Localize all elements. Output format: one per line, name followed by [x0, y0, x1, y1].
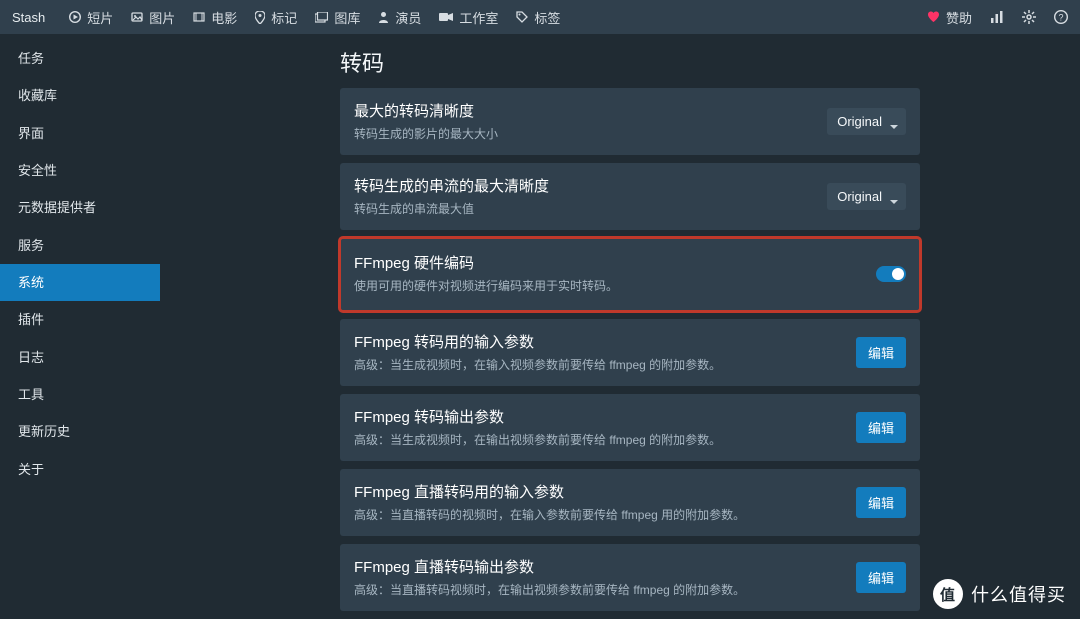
navbar-right: 赞助 ? — [927, 8, 1068, 27]
sidebar-item-plugins[interactable]: 插件 — [0, 301, 160, 338]
nav-images[interactable]: 图片 — [131, 8, 175, 27]
setting-title: 最大的转码清晰度 — [354, 100, 815, 121]
nav-markers[interactable]: 标记 — [255, 8, 297, 27]
section-heading-transcode: 转码 — [340, 46, 920, 78]
setting-ffmpeg-live-output: FFmpeg 直播转码输出参数 高级：当直播转码视频时，在输出视频参数前要传给 … — [340, 544, 920, 611]
sidebar-item-metadata[interactable]: 元数据提供者 — [0, 189, 160, 226]
setting-title: FFmpeg 转码用的输入参数 — [354, 331, 844, 352]
donate-label: 赞助 — [946, 8, 972, 27]
nav-label: 标记 — [271, 8, 297, 27]
nav-studios[interactable]: 工作室 — [439, 8, 498, 27]
nav-movies[interactable]: 电影 — [193, 8, 237, 27]
stats-icon[interactable] — [990, 11, 1004, 23]
nav-performers[interactable]: 演员 — [378, 8, 421, 27]
setting-title: FFmpeg 直播转码输出参数 — [354, 556, 844, 577]
heart-icon — [927, 11, 940, 23]
film-icon — [193, 11, 205, 23]
setting-desc: 高级：当生成视频时，在输出视频参数前要传给 ffmpeg 的附加参数。 — [354, 431, 844, 449]
hw-encoding-toggle[interactable] — [876, 266, 906, 282]
nav-scenes[interactable]: 短片 — [69, 8, 113, 27]
person-icon — [378, 11, 389, 23]
nav-label: 工作室 — [459, 8, 498, 27]
max-stream-select[interactable]: Original — [827, 183, 906, 210]
setting-desc: 转码生成的影片的最大大小 — [354, 125, 815, 143]
edit-button[interactable]: 编辑 — [856, 412, 906, 443]
setting-ffmpeg-transcode-output: FFmpeg 转码输出参数 高级：当生成视频时，在输出视频参数前要传给 ffmp… — [340, 394, 920, 461]
brand[interactable]: Stash — [12, 10, 45, 25]
watermark: 值 什么值得买 — [933, 579, 1066, 609]
setting-desc: 高级：当直播转码视频时，在输出视频参数前要传给 ffmpeg 的附加参数。 — [354, 581, 844, 599]
image-icon — [131, 11, 143, 23]
settings-content: 转码 最大的转码清晰度 转码生成的影片的最大大小 Original 转码生成的串… — [160, 34, 1080, 619]
sidebar-item-changelog[interactable]: 更新历史 — [0, 413, 160, 450]
navbar-left: Stash 短片 图片 电影 标记 图库 演员 工作室 — [12, 8, 560, 27]
nav-label: 标签 — [534, 8, 560, 27]
setting-max-stream-size: 转码生成的串流的最大清晰度 转码生成的串流最大值 Original — [340, 163, 920, 230]
setting-title: FFmpeg 硬件编码 — [354, 252, 864, 273]
nav-label: 短片 — [87, 8, 113, 27]
setting-title: FFmpeg 转码输出参数 — [354, 406, 844, 427]
nav-label: 电影 — [211, 8, 237, 27]
gallery-icon — [315, 12, 328, 23]
edit-button[interactable]: 编辑 — [856, 337, 906, 368]
sidebar-item-logs[interactable]: 日志 — [0, 339, 160, 376]
gear-icon[interactable] — [1022, 10, 1036, 24]
select-wrap: Original — [827, 108, 906, 135]
setting-desc: 使用可用的硬件对视频进行编码来用于实时转码。 — [354, 277, 864, 295]
setting-title: 转码生成的串流的最大清晰度 — [354, 175, 815, 196]
sidebar-item-system[interactable]: 系统 — [0, 264, 160, 301]
watermark-badge: 值 — [933, 579, 963, 609]
setting-desc: 高级：当直播转码的视频时，在输入参数前要传给 ffmpeg 用的附加参数。 — [354, 506, 844, 524]
sidebar-item-security[interactable]: 安全性 — [0, 152, 160, 189]
svg-text:?: ? — [1058, 13, 1063, 23]
play-icon — [69, 11, 81, 23]
nav-tags[interactable]: 标签 — [516, 8, 560, 27]
setting-ffmpeg-hw-encoding: FFmpeg 硬件编码 使用可用的硬件对视频进行编码来用于实时转码。 — [340, 238, 920, 311]
tag-icon — [516, 11, 528, 23]
setting-title: FFmpeg 直播转码用的输入参数 — [354, 481, 844, 502]
studio-icon — [439, 12, 453, 22]
setting-desc: 转码生成的串流最大值 — [354, 200, 815, 218]
top-navbar: Stash 短片 图片 电影 标记 图库 演员 工作室 — [0, 0, 1080, 34]
max-transcode-select[interactable]: Original — [827, 108, 906, 135]
nav-label: 演员 — [395, 8, 421, 27]
setting-ffmpeg-live-input: FFmpeg 直播转码用的输入参数 高级：当直播转码的视频时，在输入参数前要传给… — [340, 469, 920, 536]
select-wrap: Original — [827, 183, 906, 210]
nav-label: 图库 — [334, 8, 360, 27]
sidebar-item-services[interactable]: 服务 — [0, 227, 160, 264]
sidebar-item-about[interactable]: 关于 — [0, 451, 160, 488]
sidebar-item-tools[interactable]: 工具 — [0, 376, 160, 413]
sidebar-item-library[interactable]: 收藏库 — [0, 77, 160, 114]
sidebar-item-tasks[interactable]: 任务 — [0, 40, 160, 77]
edit-button[interactable]: 编辑 — [856, 487, 906, 518]
setting-max-transcode-size: 最大的转码清晰度 转码生成的影片的最大大小 Original — [340, 88, 920, 155]
sidebar-item-interface[interactable]: 界面 — [0, 115, 160, 152]
nav-galleries[interactable]: 图库 — [315, 8, 360, 27]
setting-ffmpeg-transcode-input: FFmpeg 转码用的输入参数 高级：当生成视频时，在输入视频参数前要传给 ff… — [340, 319, 920, 386]
marker-icon — [255, 11, 265, 24]
setting-desc: 高级：当生成视频时，在输入视频参数前要传给 ffmpeg 的附加参数。 — [354, 356, 844, 374]
nav-label: 图片 — [149, 8, 175, 27]
help-icon[interactable]: ? — [1054, 10, 1068, 24]
settings-sidebar: 任务 收藏库 界面 安全性 元数据提供者 服务 系统 插件 日志 工具 更新历史… — [0, 34, 160, 619]
edit-button[interactable]: 编辑 — [856, 562, 906, 593]
watermark-text: 什么值得买 — [971, 581, 1066, 607]
donate-link[interactable]: 赞助 — [927, 8, 972, 27]
page: 任务 收藏库 界面 安全性 元数据提供者 服务 系统 插件 日志 工具 更新历史… — [0, 34, 1080, 619]
